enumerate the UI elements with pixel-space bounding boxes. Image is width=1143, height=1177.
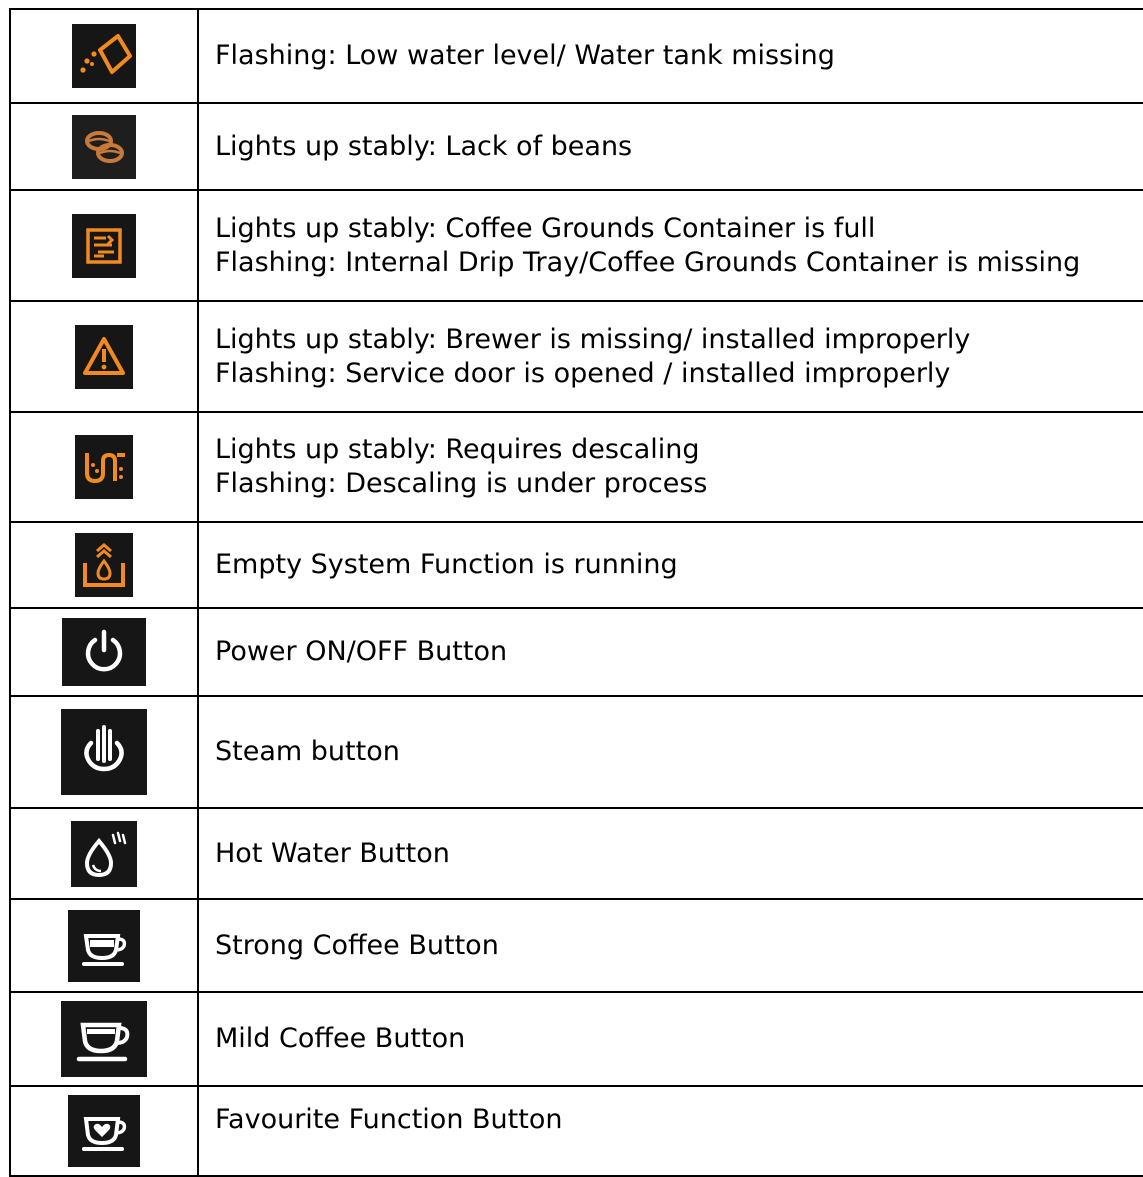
description-line: Lights up stably: Brewer is missing/ ins… <box>215 323 971 355</box>
icon-cell <box>9 411 199 523</box>
coffee-beans-icon <box>72 114 136 179</box>
description-line: Flashing: Internal Drip Tray/Coffee Grou… <box>215 246 1081 278</box>
table-row: Lights up stably: Lack of beans <box>9 102 1143 191</box>
description-line: Hot Water Button <box>215 837 450 869</box>
strong-coffee-icon <box>68 909 140 982</box>
table-row: Lights up stably: Requires descaling Fla… <box>9 411 1143 523</box>
description-line: Power ON/OFF Button <box>215 636 508 667</box>
table-row: Lights up stably: Coffee Grounds Contain… <box>9 189 1143 302</box>
icon-cell <box>9 695 199 809</box>
description-cell: Favourite Function Button <box>197 1085 1143 1177</box>
hot-water-icon <box>71 820 137 887</box>
favourite-icon <box>68 1095 140 1167</box>
descaling-icon <box>75 435 133 499</box>
icon-cell <box>9 1085 199 1177</box>
grounds-container-icon <box>72 213 136 278</box>
description-line: Steam button <box>215 736 400 767</box>
description-line: Empty System Function is running <box>215 549 678 580</box>
description-line: Flashing: Low water level/ Water tank mi… <box>215 40 835 71</box>
description-line: Strong Coffee Button <box>215 929 499 961</box>
icon-cell <box>9 102 199 191</box>
table-row: Flashing: Low water level/ Water tank mi… <box>9 8 1143 104</box>
table-row: Mild Coffee Button <box>9 991 1143 1087</box>
warning-triangle-icon <box>75 324 133 389</box>
icon-cell <box>9 8 199 104</box>
description-cell: Empty System Function is running <box>197 521 1143 609</box>
description-line: Flashing: Service door is opened / insta… <box>215 357 951 389</box>
icon-cell <box>9 607 199 697</box>
description-cell: Power ON/OFF Button <box>197 607 1143 697</box>
empty-system-icon <box>75 533 133 597</box>
description-line: Flashing: Descaling is under process <box>215 468 708 499</box>
description-line: Lights up stably: Coffee Grounds Contain… <box>215 212 876 244</box>
icon-cell <box>9 991 199 1087</box>
description-cell: Hot Water Button <box>197 807 1143 900</box>
icon-cell <box>9 521 199 609</box>
mild-coffee-icon <box>61 1001 147 1077</box>
icon-cell <box>9 807 199 900</box>
icon-cell <box>9 189 199 302</box>
table-row: Power ON/OFF Button <box>9 607 1143 697</box>
description-cell: Strong Coffee Button <box>197 898 1143 993</box>
table-row: Lights up stably: Brewer is missing/ ins… <box>9 300 1143 413</box>
icon-cell <box>9 300 199 413</box>
description-cell: Lights up stably: Brewer is missing/ ins… <box>197 300 1143 413</box>
description-cell: Lights up stably: Coffee Grounds Contain… <box>197 189 1143 302</box>
description-line: Lights up stably: Lack of beans <box>215 130 633 162</box>
table-row: Strong Coffee Button <box>9 898 1143 993</box>
table-row: Steam button <box>9 695 1143 809</box>
table-row: Hot Water Button <box>9 807 1143 900</box>
power-icon <box>62 618 146 686</box>
description-line: Lights up stably: Requires descaling <box>215 434 700 465</box>
water-tank-icon <box>72 24 136 88</box>
indicator-legend-table: Flashing: Low water level/ Water tank mi… <box>9 8 1143 1177</box>
description-cell: Flashing: Low water level/ Water tank mi… <box>197 8 1143 104</box>
icon-cell <box>9 898 199 993</box>
description-cell: Mild Coffee Button <box>197 991 1143 1087</box>
description-cell: Steam button <box>197 695 1143 809</box>
description-cell: Lights up stably: Requires descaling Fla… <box>197 411 1143 523</box>
steam-icon <box>61 709 147 795</box>
description-line: Favourite Function Button <box>215 1104 563 1135</box>
table-row: Favourite Function Button <box>9 1085 1143 1177</box>
description-line: Mild Coffee Button <box>215 1023 466 1054</box>
table-row: Empty System Function is running <box>9 521 1143 609</box>
description-cell: Lights up stably: Lack of beans <box>197 102 1143 191</box>
